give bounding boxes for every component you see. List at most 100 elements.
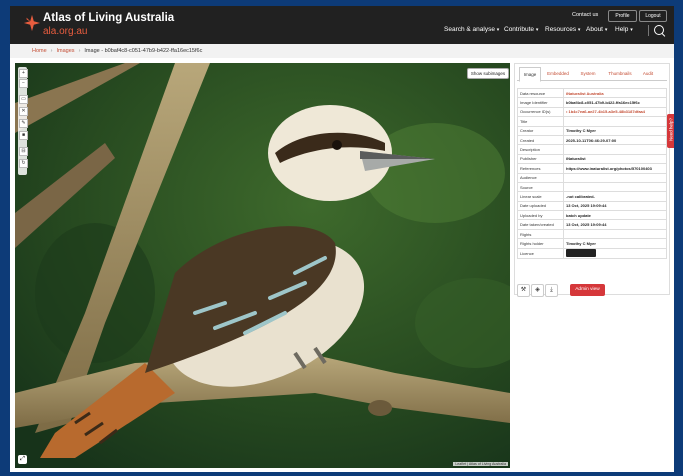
metadata-key: Date taken/created <box>517 219 564 230</box>
nav-label: Search & analyse <box>444 26 495 33</box>
show-subimages-button[interactable]: Show subimages <box>467 68 509 79</box>
nav-resources[interactable]: Resources ▾ <box>545 26 580 33</box>
metadata-row: Creator Timothy C Myer <box>517 125 667 136</box>
map-attribution: Leaflet | Atlas of Living Australia <box>453 462 508 466</box>
breadcrumb-separator: › <box>78 48 81 54</box>
edit-icon[interactable]: ✎ <box>19 119 28 128</box>
metadata-value[interactable]: iNaturalist Australia <box>563 87 667 99</box>
metadata-row: Publisher iNaturalist <box>517 153 667 165</box>
zoom-in-button[interactable]: + <box>19 69 28 78</box>
breadcrumb-separator: › <box>50 48 53 54</box>
metadata-row: Audience <box>517 172 667 183</box>
breadcrumb: Home › Images › Image - b0baf4c8-c051-47b9-b… <box>10 44 674 58</box>
nav-contribute[interactable]: Contribute ▾ <box>504 26 538 33</box>
contact-link[interactable]: Contact us <box>572 12 598 18</box>
metadata-row: References https://www.inaturalist.org/ph… <box>517 163 667 174</box>
wrench-icon[interactable]: ⚒ <box>517 284 530 297</box>
profile-button[interactable]: Profile <box>608 10 637 22</box>
metadata-row: Uploaded by batch update <box>517 210 667 221</box>
chevron-down-icon: ▾ <box>535 27 539 33</box>
nav-about[interactable]: About ▾ <box>586 26 607 33</box>
chevron-down-icon: ▾ <box>577 27 581 33</box>
metadata-value: b0baf4c8-c051-47b9-b422-ffa16ec15f6c <box>563 97 667 108</box>
rotate-icon[interactable]: ↻ <box>19 159 28 168</box>
tab-audit[interactable]: Audit <box>639 67 657 80</box>
site-subtitle: ala.org.au <box>43 26 88 37</box>
metadata-panel: Image Embedded System Thumbnails Audit D… <box>514 63 670 297</box>
viewer-toolbar: + − ▭ ✕ ✎ ■ ⊟ ↻ <box>18 67 28 175</box>
metadata-row: Created 2025-10-11T06:46:29-07:00 <box>517 134 667 146</box>
metadata-row: Image Identifier b0baf4c8-c051-47b9-b422-… <box>517 97 667 108</box>
tab-embedded[interactable]: Embedded <box>545 67 571 80</box>
close-icon[interactable]: ✕ <box>19 107 28 116</box>
creative-commons-badge-icon[interactable] <box>566 249 596 257</box>
kookaburra-photo <box>15 63 510 468</box>
nav-help[interactable]: Help ▾ <box>615 26 633 33</box>
browser-page: Atlas of Living Australia ala.org.au Con… <box>10 6 674 472</box>
metadata-key: Title <box>517 116 564 127</box>
metadata-key: Linear scale <box>517 191 564 202</box>
download-icon[interactable]: ⤓ <box>545 284 558 297</box>
image-viewer[interactable]: + − ▭ ✕ ✎ ■ ⊟ ↻ Show subimages ⤢ Leaflet… <box>15 63 510 468</box>
metadata-key: Creator <box>517 125 564 136</box>
nav-label: About <box>586 26 603 33</box>
metadata-key: Image Identifier <box>517 97 564 108</box>
metadata-value: iNaturalist <box>563 153 667 165</box>
metadata-value <box>563 247 667 259</box>
ala-logo-icon[interactable] <box>23 14 41 32</box>
search-icon[interactable] <box>654 25 664 35</box>
metadata-key: References <box>517 163 564 174</box>
breadcrumb-current: Image - b0baf4c8-c051-47b9-b422-ffa16ec1… <box>84 48 203 54</box>
nav-search-analyse[interactable]: Search & analyse ▾ <box>444 26 499 33</box>
nav-divider <box>648 25 649 36</box>
breadcrumb-images[interactable]: Images <box>57 48 75 54</box>
metadata-value: 13 Oct, 2025 19:09:44 <box>563 219 667 230</box>
ruler-icon[interactable]: ⊟ <box>19 147 28 156</box>
site-title[interactable]: Atlas of Living Australia <box>43 12 174 24</box>
logout-button[interactable]: Logout <box>639 10 667 22</box>
metadata-value: Timothy C Myer <box>563 238 667 249</box>
metadata-value[interactable]: • 1b4c7ea6-ae27-4b15-a3e5-48b3187dfaa4 <box>563 106 667 118</box>
fullscreen-icon[interactable]: ⤢ <box>18 455 27 464</box>
metadata-value: batch update <box>563 210 667 221</box>
metadata-row: Data resource iNaturalist Australia <box>517 87 667 99</box>
metadata-row: Linear scale -not calibrated- <box>517 191 667 202</box>
metadata-value: -not calibrated- <box>563 191 667 202</box>
metadata-key: Rights holder <box>517 238 564 249</box>
metadata-key: Created <box>517 134 564 146</box>
metadata-row: Description <box>517 144 667 155</box>
tab-bar: Image Embedded System Thumbnails Audit <box>517 67 667 82</box>
chevron-down-icon: ▾ <box>630 27 633 33</box>
need-help-tab[interactable]: Need help? <box>667 114 674 148</box>
tab-thumbnails[interactable]: Thumbnails <box>605 67 635 80</box>
site-header: Atlas of Living Australia ala.org.au Con… <box>10 6 674 44</box>
admin-view-button[interactable]: Admin view <box>570 284 605 296</box>
tab-image[interactable]: Image <box>519 67 541 82</box>
metadata-value: 2025-10-11T06:46:29-07:00 <box>563 134 667 146</box>
metadata-row: Date uploaded 13 Oct, 2025 19:09:44 <box>517 200 667 212</box>
chevron-down-icon: ▾ <box>604 27 608 33</box>
metadata-row: Licence <box>517 247 667 259</box>
metadata-key: Source <box>517 181 564 193</box>
metadata-row: Rights holder Timothy C Myer <box>517 238 667 249</box>
metadata-row: Occurrence ID(s) • 1b4c7ea6-ae27-4b15-a3e… <box>517 106 667 118</box>
layers-icon[interactable]: ◈ <box>531 284 544 297</box>
chevron-down-icon: ▾ <box>496 27 500 33</box>
metadata-value[interactable]: https://www.inaturalist.org/photos/57010… <box>563 163 667 174</box>
breadcrumb-home[interactable]: Home <box>32 48 47 54</box>
nav-label: Help <box>615 26 629 33</box>
zoom-out-button[interactable]: − <box>19 79 28 88</box>
metadata-value <box>563 228 667 240</box>
draw-rectangle-icon[interactable]: ▭ <box>19 95 28 104</box>
metadata-value <box>563 116 667 127</box>
metadata-key: Occurrence ID(s) <box>517 106 564 118</box>
metadata-table: Data resource iNaturalist Australia Image … <box>517 87 667 259</box>
square-icon[interactable]: ■ <box>19 131 28 140</box>
nav-label: Resources <box>545 26 577 33</box>
metadata-key: Data resource <box>517 87 564 99</box>
tab-system[interactable]: System <box>577 67 599 80</box>
metadata-row: Title <box>517 116 667 127</box>
metadata-key: Licence <box>517 247 564 259</box>
metadata-row: Rights <box>517 228 667 240</box>
need-help-label: Need help? <box>668 117 674 142</box>
